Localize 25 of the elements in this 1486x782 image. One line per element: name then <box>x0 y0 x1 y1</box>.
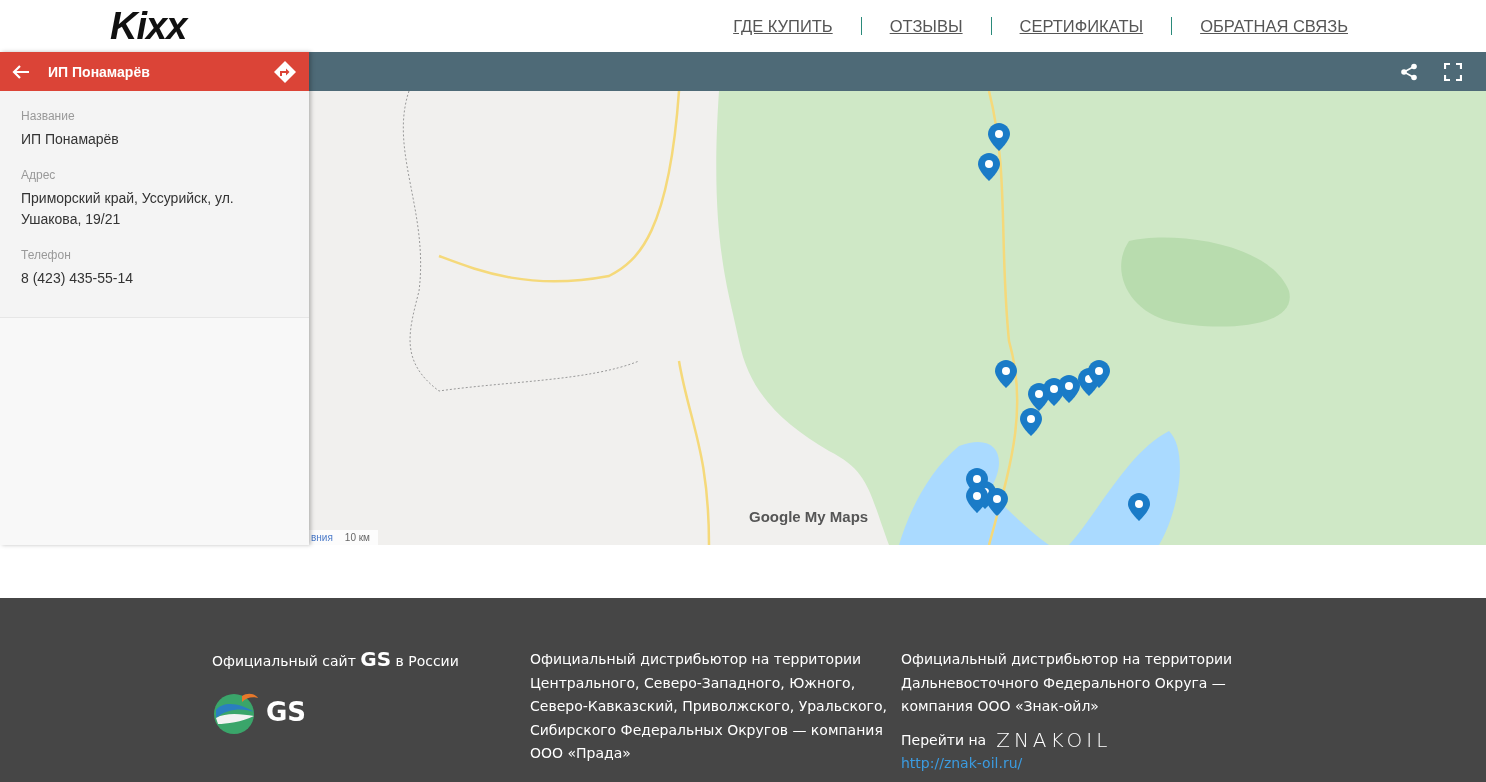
nav-link[interactable]: ОТЗЫВЫ <box>861 16 991 36</box>
field-value: Приморский край, Уссурийск, ул. Ушакова, 19/21 <box>21 189 235 229</box>
field-label: Название <box>21 109 76 123</box>
scale-label: 10 км <box>344 532 370 543</box>
field-label: Телефон <box>21 248 72 262</box>
back-arrow-icon[interactable] <box>12 63 30 80</box>
nav-link[interactable]: ОБРАТНАЯ СВЯЗЬ <box>1172 16 1376 36</box>
field-label: Адрес <box>21 168 57 182</box>
znakoil-logo[interactable]: ZNAKOIL <box>996 728 1112 752</box>
footer-text: Официальный сайт GS в России <box>212 648 460 673</box>
footer-text: Официальный дистрибьютор на территории Центрального, Северо-Западного, Южного, Северо-Кавказский, Приволжского, Уральского, Сибирского Федеральных Округов — компания ООО «Прада» <box>530 650 888 763</box>
gs-logo-text: GS <box>266 700 307 725</box>
directions-icon[interactable] <box>273 59 297 84</box>
share-icon[interactable] <box>1400 62 1418 81</box>
field-value: ИП Понамарёв <box>21 130 120 149</box>
map-brand-text: Google My Maps <box>749 508 869 525</box>
fullscreen-icon[interactable] <box>1444 62 1462 81</box>
footer-text: Официальный дистрибьютор на территории Дальневосточного Федерального Округа — компания ООО «Знак-ойл» <box>901 650 1234 716</box>
brand-logo[interactable]: Kixx <box>110 7 187 45</box>
nav-link[interactable]: ГДЕ КУПИТЬ <box>705 16 861 36</box>
terms-link[interactable]: вния <box>311 532 333 543</box>
place-title: ИП Понамарёв <box>48 63 151 80</box>
nav-link[interactable]: СЕРТИФИКАТЫ <box>991 16 1172 36</box>
goto-label: Перейти на <box>901 730 987 750</box>
field-value: 8 (423) 435-55-14 <box>21 269 135 288</box>
